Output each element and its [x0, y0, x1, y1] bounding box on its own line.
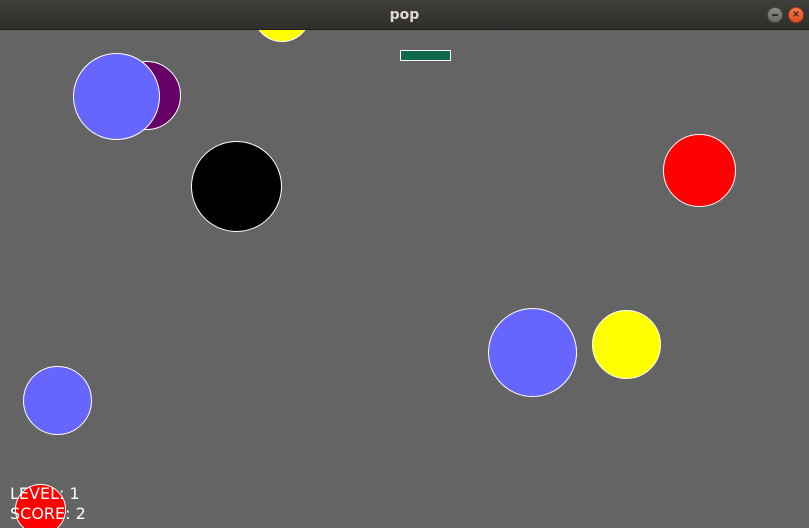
bubble-blue-3[interactable]	[23, 366, 92, 435]
game-window: pop × LEVEL: 1 SCORE: 2	[0, 0, 809, 528]
bubble-blue-2[interactable]	[488, 308, 577, 397]
score-label: SCORE: 2	[10, 504, 86, 523]
title-bar[interactable]: pop ×	[0, 0, 809, 30]
bubble-blue-1[interactable]	[73, 53, 160, 140]
level-label: LEVEL: 1	[10, 484, 80, 503]
bubble-yellow-top[interactable]	[253, 30, 311, 42]
bubble-red-1[interactable]	[663, 134, 736, 207]
bubble-black[interactable]	[191, 141, 282, 232]
game-canvas[interactable]: LEVEL: 1 SCORE: 2	[0, 30, 809, 528]
bubble-yellow-2[interactable]	[592, 310, 661, 379]
minimize-button[interactable]	[767, 7, 783, 23]
close-button[interactable]: ×	[788, 7, 804, 23]
window-title: pop	[389, 7, 420, 23]
paddle[interactable]	[400, 50, 451, 61]
